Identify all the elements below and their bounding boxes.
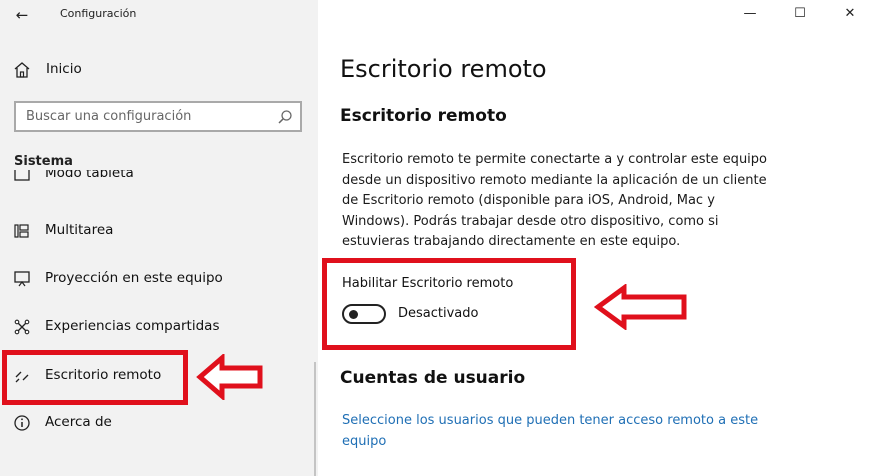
nav-home[interactable]: Inicio xyxy=(0,54,318,86)
page-title: Escritorio remoto xyxy=(340,55,547,83)
maximize-button[interactable]: ☐ xyxy=(790,4,810,24)
shared-experiences-icon xyxy=(14,319,30,335)
sidebar-item-tablet-mode[interactable]: Modo tableta xyxy=(0,170,318,192)
back-button[interactable]: ← xyxy=(10,4,34,26)
home-icon xyxy=(14,62,30,78)
search-icon[interactable] xyxy=(277,109,293,125)
sidebar-item-label: Experiencias compartidas xyxy=(45,318,220,334)
search-placeholder: Buscar una configuración xyxy=(26,109,192,124)
user-accounts-title: Cuentas de usuario xyxy=(340,368,526,388)
sidebar-item-shared-experiences[interactable]: Experiencias compartidas xyxy=(0,310,318,344)
minimize-button[interactable]: — xyxy=(740,4,760,24)
sidebar-scrollbar[interactable] xyxy=(314,362,316,476)
highlight-box-toggle xyxy=(322,258,576,350)
main-content: — ☐ ✕ Escritorio remoto Escritorio remot… xyxy=(318,0,886,476)
multitasking-icon xyxy=(14,224,29,238)
search-input[interactable]: Buscar una configuración xyxy=(14,101,302,132)
sidebar-section-title: Sistema xyxy=(14,154,73,169)
nav-home-label: Inicio xyxy=(46,61,82,77)
highlight-arrow-sidebar xyxy=(196,354,263,400)
sidebar-item-label: Proyección en este equipo xyxy=(45,270,223,286)
sidebar-item-about[interactable]: Acerca de xyxy=(0,406,318,440)
highlight-arrow-toggle xyxy=(594,284,687,330)
highlight-box-sidebar xyxy=(2,350,188,405)
tablet-mode-icon xyxy=(14,170,30,181)
window-controls: — ☐ ✕ xyxy=(736,0,886,28)
sidebar-item-label: Modo tableta xyxy=(45,170,134,181)
sidebar-item-label: Acerca de xyxy=(45,414,112,430)
sidebar-item-label: Multitarea xyxy=(45,222,114,238)
sidebar-item-projection[interactable]: Proyección en este equipo xyxy=(0,262,318,296)
app-title: Configuración xyxy=(60,7,137,20)
projection-icon xyxy=(14,271,30,287)
select-users-link[interactable]: Seleccione los usuarios que pueden tener… xyxy=(342,410,762,452)
section-title: Escritorio remoto xyxy=(340,106,507,126)
sidebar-item-multitasking[interactable]: Multitarea xyxy=(0,214,318,248)
info-icon xyxy=(14,415,30,431)
title-bar: ← Configuración xyxy=(0,0,318,30)
close-button[interactable]: ✕ xyxy=(840,4,860,24)
description-text: Escritorio remoto te permite conectarte … xyxy=(342,152,767,249)
